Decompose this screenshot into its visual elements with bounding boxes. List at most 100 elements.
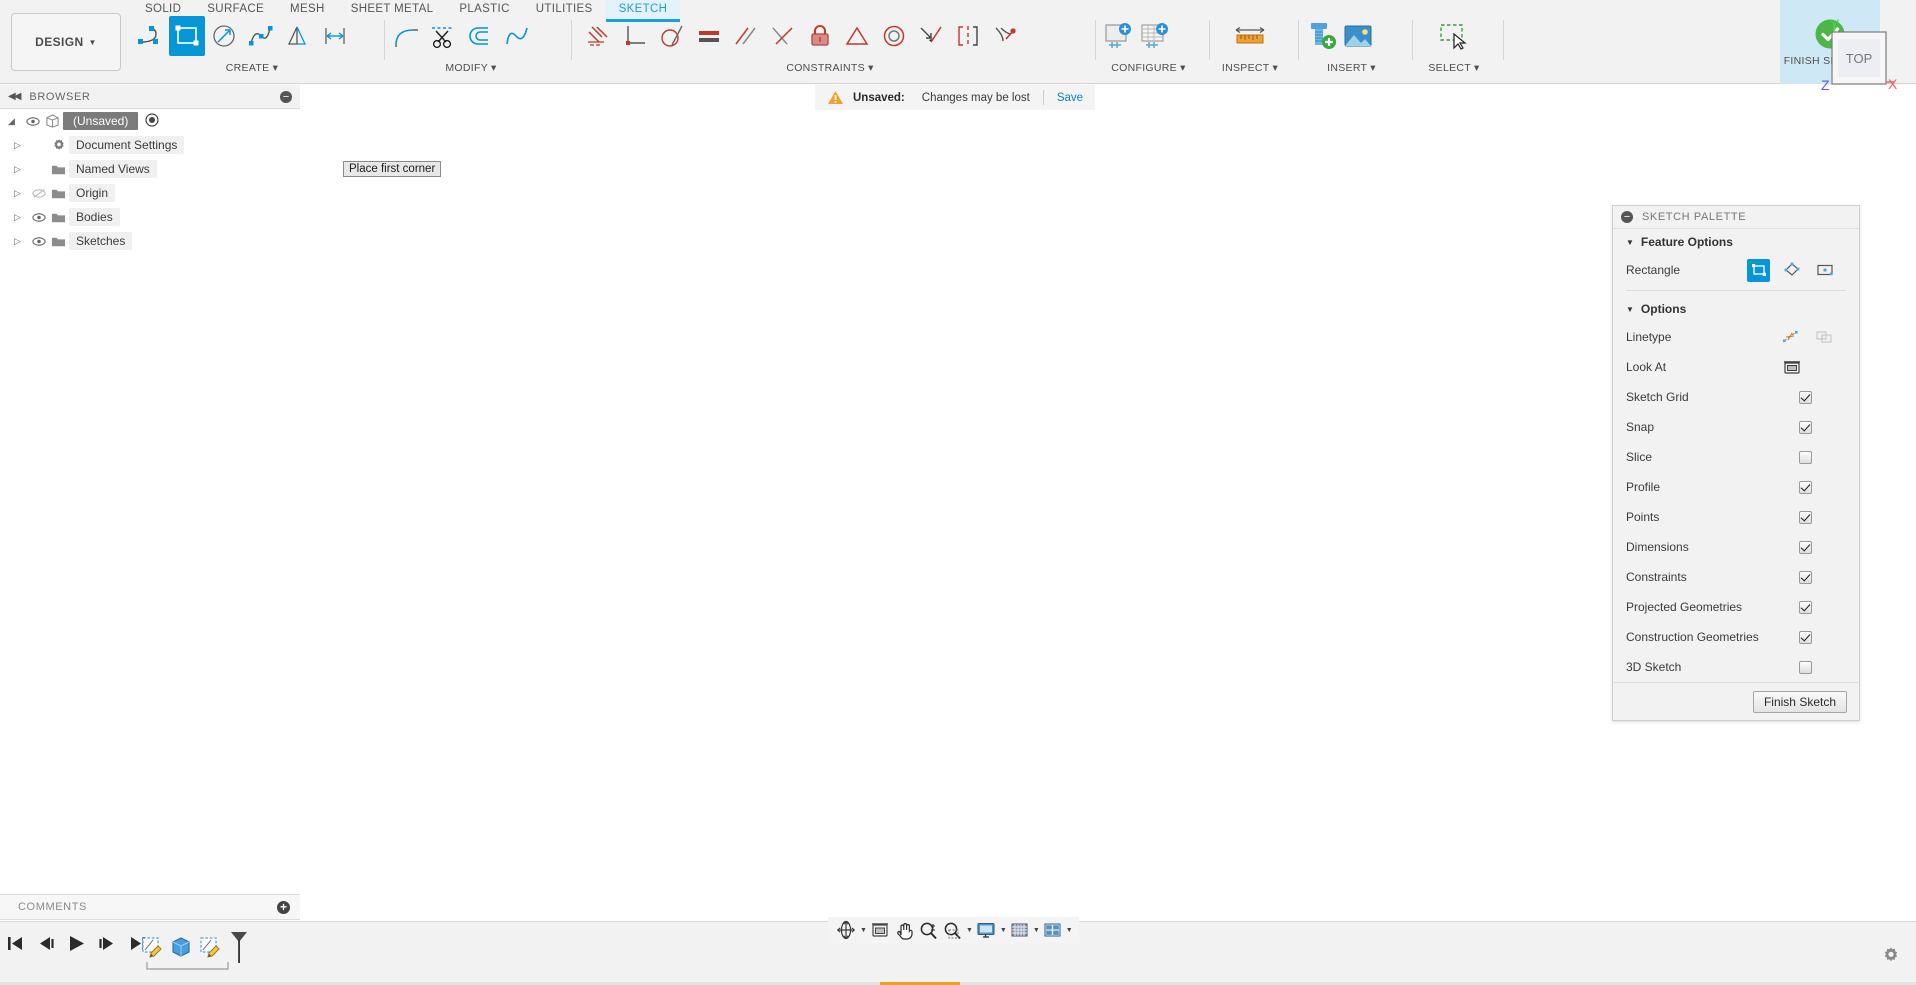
- rectangle-2point-icon[interactable]: [1747, 258, 1770, 282]
- break-icon[interactable]: [987, 16, 1023, 56]
- expand-triangle-icon[interactable]: ◢: [8, 116, 24, 127]
- extrude-feature-icon[interactable]: [168, 935, 194, 959]
- rectangle-icon[interactable]: [169, 16, 205, 56]
- window-select-icon[interactable]: [1436, 16, 1472, 56]
- minimize-icon[interactable]: −: [1621, 211, 1633, 223]
- browser-item-bodies[interactable]: ▷ Bodies: [0, 205, 300, 229]
- visibility-icon[interactable]: [30, 236, 48, 247]
- fix-icon[interactable]: [802, 16, 838, 56]
- browser-item-named-views[interactable]: ▷ Named Views: [0, 157, 300, 181]
- browser-item-origin[interactable]: ▷ Origin: [0, 181, 300, 205]
- rectangle-center-icon[interactable]: [1813, 259, 1836, 282]
- view-cube[interactable]: TOP Y X Z: [1808, 12, 1898, 97]
- orbit-icon[interactable]: [834, 918, 858, 942]
- timeline-marker-icon[interactable]: [228, 930, 250, 964]
- sketch-feature-icon[interactable]: [198, 935, 222, 959]
- tangent-icon[interactable]: [654, 16, 690, 56]
- curvature-icon[interactable]: [499, 16, 535, 56]
- browser-item-unsaved[interactable]: ◢ (Unsaved): [0, 109, 300, 133]
- slice-checkbox[interactable]: [1799, 450, 1812, 464]
- insert-mcmaster-icon[interactable]: [1303, 16, 1339, 56]
- group-label-constraints[interactable]: CONSTRAINTS ▾: [580, 62, 1080, 74]
- group-label-configure[interactable]: CONFIGURE ▾: [1100, 62, 1197, 74]
- insert-canvas-icon[interactable]: [1340, 16, 1376, 56]
- dimension-icon[interactable]: [317, 16, 353, 56]
- line-icon[interactable]: [132, 16, 168, 56]
- chevron-down-icon[interactable]: ▼: [860, 927, 867, 934]
- play-icon[interactable]: [66, 934, 87, 953]
- concentric-icon[interactable]: [876, 16, 912, 56]
- section-feature-options[interactable]: ▼ Feature Options: [1613, 229, 1859, 255]
- offset-icon[interactable]: [462, 16, 498, 56]
- configure-feature-icon[interactable]: [1100, 16, 1136, 56]
- viewports-icon[interactable]: [1041, 918, 1064, 942]
- chevron-down-icon[interactable]: ▼: [966, 927, 973, 934]
- rectangle-3point-icon[interactable]: [1780, 259, 1803, 282]
- spline-icon[interactable]: [243, 16, 279, 56]
- linetype-centerline-icon[interactable]: [1813, 326, 1836, 349]
- equal-icon[interactable]: [691, 16, 727, 56]
- linetype-construction-icon[interactable]: [1780, 326, 1803, 349]
- chevron-down-icon[interactable]: ▼: [1000, 927, 1007, 934]
- dimensions-checkbox[interactable]: [1799, 540, 1812, 554]
- fillet-icon[interactable]: [388, 16, 424, 56]
- sketch-feature-icon[interactable]: [140, 935, 164, 959]
- configure-table-icon[interactable]: [1137, 16, 1173, 56]
- trim-icon[interactable]: [425, 16, 461, 56]
- gear-icon[interactable]: [1882, 946, 1900, 969]
- expand-triangle-icon[interactable]: ▷: [14, 188, 30, 199]
- visibility-icon[interactable]: [24, 116, 42, 127]
- minimize-icon[interactable]: −: [280, 90, 292, 103]
- coincident-icon[interactable]: [580, 16, 616, 56]
- parallel-icon[interactable]: [728, 16, 764, 56]
- finish-sketch-button[interactable]: Finish Sketch: [1752, 690, 1847, 713]
- visibility-off-icon[interactable]: [30, 188, 48, 199]
- projected-geometries-checkbox[interactable]: [1799, 600, 1812, 614]
- points-checkbox[interactable]: [1799, 510, 1812, 524]
- pan-icon[interactable]: [893, 918, 916, 942]
- profile-checkbox[interactable]: [1799, 480, 1812, 494]
- sketch-grid-checkbox[interactable]: [1799, 390, 1812, 404]
- group-label-select[interactable]: SELECT ▾: [1417, 62, 1491, 74]
- group-label-insert[interactable]: INSERT ▾: [1303, 62, 1400, 74]
- midpoint-icon[interactable]: [839, 16, 875, 56]
- 3d-sketch-checkbox[interactable]: [1799, 660, 1812, 674]
- workspace-switcher[interactable]: DESIGN ▼: [11, 13, 121, 71]
- chevron-down-icon[interactable]: ▼: [1033, 927, 1040, 934]
- constraints-checkbox[interactable]: [1799, 570, 1812, 584]
- chevron-down-icon[interactable]: ▼: [1066, 927, 1073, 934]
- mirror-icon[interactable]: [950, 16, 986, 56]
- circle-icon[interactable]: [206, 16, 242, 56]
- display-settings-icon[interactable]: [974, 918, 998, 942]
- browser-item-document-settings[interactable]: ▷ Document Settings: [0, 133, 300, 157]
- polygon-icon[interactable]: [280, 16, 316, 56]
- perpendicular-icon[interactable]: [765, 16, 801, 56]
- step-forward-icon[interactable]: [98, 935, 117, 952]
- zoom-icon[interactable]: [917, 918, 940, 942]
- construction-geometries-checkbox[interactable]: [1799, 630, 1812, 644]
- expand-triangle-icon[interactable]: ▷: [14, 212, 30, 223]
- group-label-modify[interactable]: MODIFY ▾: [388, 62, 554, 74]
- expand-triangle-icon[interactable]: ▷: [14, 236, 30, 247]
- expand-triangle-icon[interactable]: ▷: [14, 140, 30, 151]
- visibility-icon[interactable]: [30, 212, 48, 223]
- step-back-icon[interactable]: [36, 935, 55, 952]
- look-at-icon[interactable]: [868, 918, 892, 942]
- group-label-create[interactable]: CREATE ▾: [132, 62, 372, 74]
- symmetry-icon[interactable]: [913, 16, 949, 56]
- activate-component-icon[interactable]: [145, 112, 159, 130]
- jump-start-icon[interactable]: [6, 935, 25, 952]
- look-at-icon[interactable]: [1780, 356, 1803, 379]
- grid-snaps-icon[interactable]: [1008, 918, 1031, 942]
- group-label-inspect[interactable]: INSPECT ▾: [1214, 62, 1286, 74]
- expand-triangle-icon[interactable]: ▷: [14, 164, 30, 175]
- section-options[interactable]: ▼ Options: [1613, 296, 1859, 322]
- collinear-icon[interactable]: [617, 16, 653, 56]
- browser-item-sketches[interactable]: ▷ Sketches: [0, 229, 300, 253]
- snap-checkbox[interactable]: [1799, 420, 1812, 434]
- comments-panel[interactable]: COMMENTS +: [0, 894, 300, 920]
- collapse-arrows-icon[interactable]: ◀◀: [8, 91, 21, 102]
- measure-icon[interactable]: [1232, 16, 1268, 56]
- add-comment-icon[interactable]: +: [277, 900, 290, 914]
- zoom-window-icon[interactable]: [941, 918, 964, 942]
